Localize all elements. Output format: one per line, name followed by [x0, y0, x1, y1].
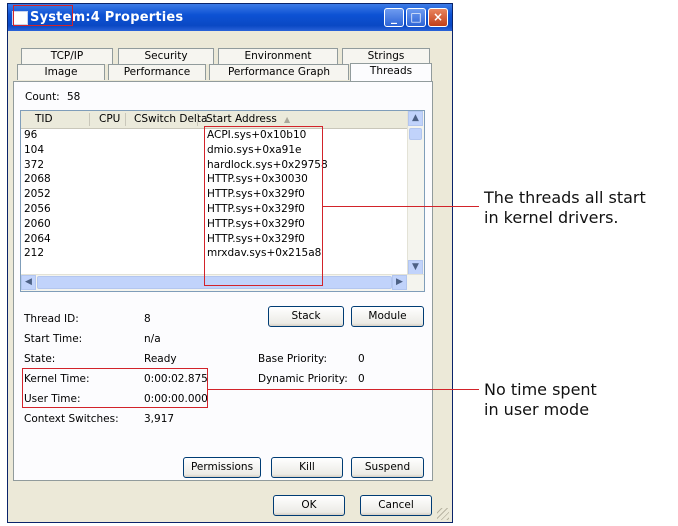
vertical-scroll-thumb[interactable]: [409, 128, 422, 140]
scroll-down-icon[interactable]: ▼: [408, 260, 423, 275]
row-tid: 2056: [24, 203, 51, 215]
cancel-button[interactable]: Cancel: [360, 495, 432, 516]
context-switches-label: Context Switches:: [24, 413, 119, 425]
size-grip-icon[interactable]: [437, 508, 449, 520]
tab-security[interactable]: Security: [118, 48, 214, 64]
threads-annotation-line1: The threads all start: [484, 188, 646, 207]
count-label: Count:: [25, 91, 60, 103]
thread-id-value: 8: [144, 313, 151, 325]
row-tid: 96: [24, 129, 38, 141]
state-label: State:: [24, 353, 56, 365]
threads-annotation-line2: in kernel drivers.: [484, 208, 619, 227]
permissions-button[interactable]: Permissions: [183, 457, 261, 478]
threads-callout-line: [323, 206, 479, 207]
context-switches-value: 3,917: [144, 413, 175, 425]
row-tid: 212: [24, 247, 45, 260]
close-button[interactable]: ×: [428, 8, 448, 27]
dynamic-priority-value: 0: [358, 373, 365, 385]
row-tid: 2064: [24, 232, 51, 245]
suspend-button[interactable]: Suspend: [351, 457, 424, 478]
user-mode-annotation-line1: No time spent: [484, 380, 597, 399]
user-mode-annotation-line2: in user mode: [484, 400, 590, 419]
count-value: 58: [67, 91, 81, 103]
col-cpu[interactable]: CPU: [99, 113, 120, 125]
tab-environment[interactable]: Environment: [218, 48, 338, 64]
user-time-callout-line: [208, 389, 479, 390]
tab-threads[interactable]: Threads: [350, 63, 432, 81]
row-tid: 2052: [24, 188, 51, 201]
start-time-label: Start Time:: [24, 333, 83, 345]
minimize-button[interactable]: _: [384, 8, 404, 27]
tab-tcpip[interactable]: TCP/IP: [21, 48, 113, 64]
tab-image[interactable]: Image: [17, 64, 105, 80]
sort-ascending-icon: ▲: [284, 115, 291, 124]
ok-button[interactable]: OK: [273, 495, 345, 516]
title-process-highlight: [13, 5, 73, 26]
title-bar[interactable]: System:4 Properties _ □ ×: [8, 4, 452, 31]
tab-performance-graph[interactable]: Performance Graph: [209, 64, 349, 80]
tab-performance[interactable]: Performance: [108, 64, 206, 80]
row-tid: 2068: [24, 173, 51, 186]
scroll-right-icon[interactable]: ▶: [392, 275, 407, 290]
dynamic-priority-label: Dynamic Priority:: [258, 373, 348, 385]
start-time-value: n/a: [144, 333, 161, 345]
row-tid: 372: [24, 158, 45, 171]
col-start-address[interactable]: Start Address: [206, 113, 277, 125]
module-button[interactable]: Module: [351, 306, 424, 327]
kernel-user-time-highlight: [22, 368, 208, 408]
scroll-up-icon[interactable]: ▲: [408, 111, 423, 126]
row-tid: 104: [24, 143, 45, 156]
scroll-left-icon[interactable]: ◀: [21, 275, 36, 290]
base-priority-value: 0: [358, 353, 365, 365]
tab-strings[interactable]: Strings: [342, 48, 430, 64]
row-tid: 2060: [24, 217, 51, 230]
maximize-button[interactable]: □: [406, 8, 426, 27]
start-address-highlight: [204, 126, 323, 286]
thread-id-label: Thread ID:: [24, 313, 79, 325]
kill-button[interactable]: Kill: [271, 457, 343, 478]
state-value: Ready: [144, 353, 177, 365]
base-priority-label: Base Priority:: [258, 353, 328, 365]
col-tid[interactable]: TID: [35, 113, 53, 125]
stack-button[interactable]: Stack: [268, 306, 344, 327]
vertical-scrollbar[interactable]: ▲ ▼: [407, 111, 424, 275]
